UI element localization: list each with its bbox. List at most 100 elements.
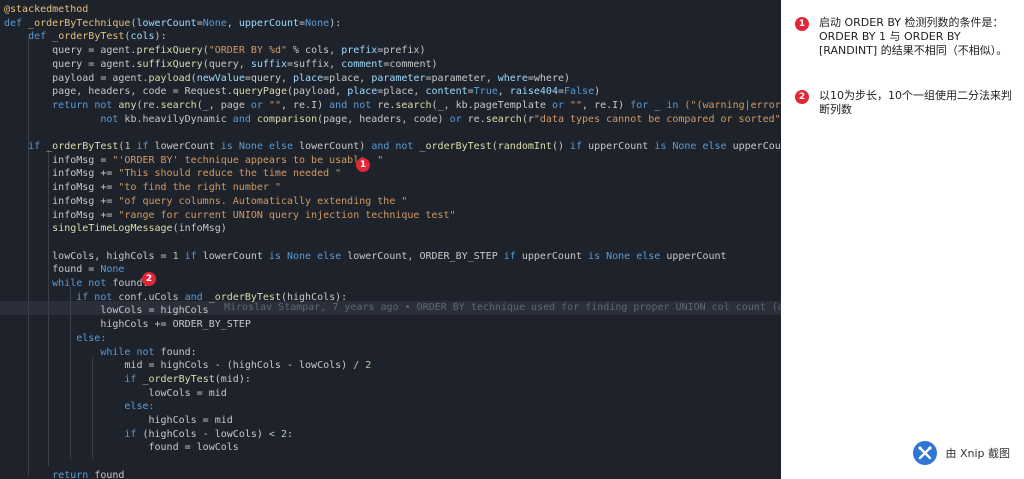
- code-line: query = agent.prefixQuery("ORDER BY %d" …: [4, 44, 425, 58]
- code-line: @stackedmethod: [4, 3, 88, 17]
- annotation-badge-1: 1: [356, 158, 370, 172]
- code-token: lowerCount: [202, 250, 269, 262]
- code-token: search: [485, 113, 522, 125]
- code-token: place: [347, 86, 378, 98]
- code-token: while not: [4, 346, 161, 358]
- code-token: is None else: [588, 250, 667, 262]
- code-token: _orderByTest: [52, 31, 125, 43]
- code-token: infoMsg =: [4, 154, 113, 166]
- code-token: found: [94, 469, 125, 479]
- code-token: else:: [4, 332, 107, 344]
- code-token: (): [551, 141, 571, 152]
- code-token: return: [4, 469, 95, 479]
- code-token: mid = highCols - (highCols - lowCols) /: [4, 360, 366, 372]
- code-token: ,: [497, 86, 510, 98]
- code-line: page, headers, code = Request.queryPage(…: [4, 85, 600, 99]
- code-token: randomInt: [497, 141, 552, 152]
- code-token: _orderByTest: [142, 373, 215, 385]
- code-line: infoMsg += "to find the right number ": [4, 181, 281, 195]
- note-badge-2: 2: [795, 90, 809, 104]
- xnip-logo-icon: [913, 441, 938, 465]
- code-token: if: [184, 250, 203, 262]
- code-line: lowCols = mid: [4, 387, 227, 401]
- code-token: or: [551, 99, 570, 111]
- code-token: if: [570, 141, 589, 152]
- code-token: ):: [329, 17, 342, 29]
- code-token: upperCount +: [732, 141, 781, 152]
- git-blame-annotation: Miroslav Stampar, 7 years ago • ORDER BY…: [224, 302, 781, 313]
- code-token: (_, kb.pageTemplate: [431, 99, 552, 111]
- code-token: if: [4, 373, 143, 385]
- note-2: 2 以10为步长，10个一组使用二分法来判断列数: [795, 89, 1017, 117]
- code-token: and: [184, 291, 209, 303]
- code-token: search: [160, 99, 197, 111]
- code-token: ): [594, 86, 601, 98]
- code-token: def: [4, 31, 53, 43]
- scissors-icon: [918, 446, 933, 460]
- code-editor[interactable]: @stackedmethod def _orderByTechnique(lowe…: [0, 0, 781, 479]
- code-token: lowerCount: [136, 17, 197, 29]
- code-token: or: [250, 99, 269, 111]
- code-line: found = lowCols: [4, 441, 238, 455]
- code-token: if not: [4, 291, 119, 303]
- code-token: for: [630, 99, 655, 111]
- code-token: comment: [341, 58, 384, 70]
- code-line: else:: [4, 332, 106, 346]
- code-token: infoMsg +=: [4, 209, 119, 221]
- code-line: if _orderByTest(mid):: [4, 373, 250, 387]
- code-token: =suffix,: [286, 58, 342, 70]
- code-token: lowCols = mid: [4, 387, 227, 399]
- code-token: raise404: [509, 86, 558, 98]
- code-token: "ORDER BY %d": [208, 45, 287, 57]
- code-line: while not found:: [4, 277, 148, 291]
- code-token: infoMsg +=: [4, 182, 119, 194]
- code-token: (highCols - lowCols) <: [142, 428, 281, 440]
- code-token: "": [570, 99, 583, 111]
- code-token: query = agent.: [4, 45, 137, 57]
- code-token: (payload,: [286, 86, 348, 98]
- code-token: lowCols, highCols =: [4, 250, 173, 262]
- code-token: return: [4, 99, 95, 111]
- code-token: upperCount: [666, 250, 727, 262]
- code-token: if: [136, 141, 155, 152]
- code-token: is None else: [268, 250, 348, 262]
- code-token: None: [100, 264, 125, 276]
- code-token: _orderByTest: [46, 141, 119, 152]
- code-token: place: [293, 72, 324, 84]
- code-token: while not: [4, 278, 113, 289]
- code-token: queryPage: [232, 86, 287, 98]
- code-token: "This should reduce the time needed ": [118, 168, 342, 180]
- code-token: where: [497, 72, 528, 84]
- code-line: found = None: [4, 263, 124, 277]
- code-token: query = agent.: [4, 58, 137, 70]
- code-token: ):: [154, 31, 167, 43]
- code-token: upperCount: [588, 141, 655, 152]
- code-line: return not any(re.search(_, page or "", …: [4, 99, 781, 113]
- code-token: kb.heavilyDynamic: [124, 113, 233, 125]
- code-token: ("(warning|error):", "order b: [684, 99, 781, 111]
- code-token: upperCount: [521, 250, 589, 262]
- code-line: while not found:: [4, 346, 197, 360]
- annotation-panel: 1 启动 ORDER BY 检测列数的条件是：ORDER BY 1 与 ORDE…: [781, 0, 1024, 479]
- code-token: (query,: [202, 58, 251, 70]
- code-token: and: [232, 113, 257, 125]
- code-token: "range for current UNION query injection…: [118, 209, 456, 221]
- code-token: singleTimeLogMessage: [52, 223, 173, 235]
- note-badge-1: 1: [795, 17, 809, 31]
- code-line: else:: [4, 400, 154, 414]
- code-token: if: [4, 428, 143, 440]
- code-token: re.: [467, 113, 486, 125]
- code-token: _: [654, 99, 667, 111]
- code-token: found =: [4, 264, 101, 276]
- code-token: =place,: [377, 86, 426, 98]
- code-token: suffix: [250, 58, 287, 70]
- code-token: =where): [527, 72, 571, 84]
- code-token: found:: [160, 346, 197, 358]
- code-token: =parameter,: [425, 72, 498, 84]
- code-token: prefix: [341, 45, 378, 57]
- code-token: _orderByTest: [419, 141, 492, 152]
- watermark-text: 由 Xnip 截图: [945, 447, 1010, 460]
- note-1: 1 启动 ORDER BY 检测列数的条件是：ORDER BY 1 与 ORDE…: [795, 16, 1017, 58]
- code-token: prefixQuery: [136, 45, 203, 57]
- code-token: def: [4, 17, 29, 29]
